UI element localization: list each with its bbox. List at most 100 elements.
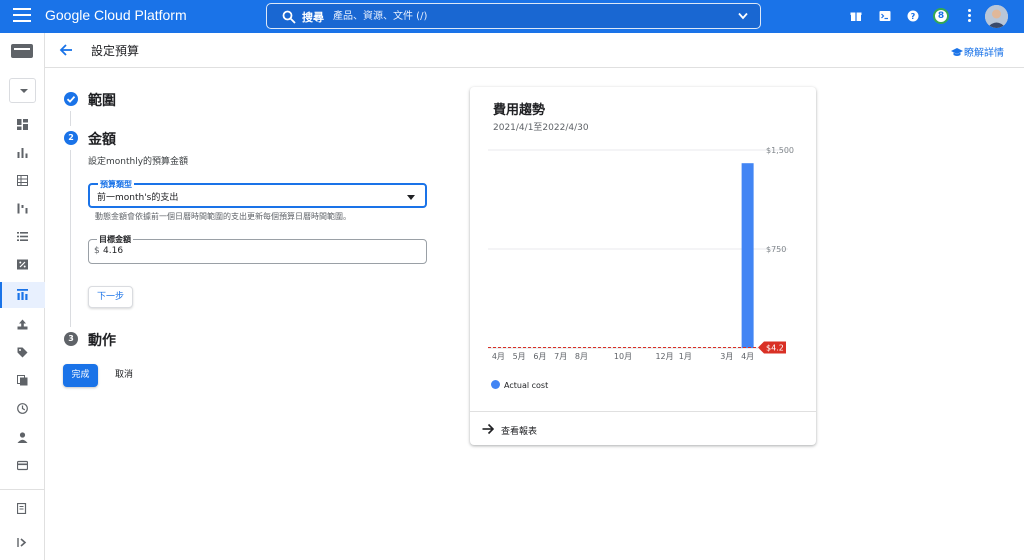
x-tick-label: 8月	[575, 352, 588, 361]
list-icon	[17, 232, 28, 241]
notification-badge[interactable]: 8	[933, 8, 949, 24]
x-tick-label: 4月	[741, 352, 754, 361]
cost-bar	[741, 163, 754, 348]
done-button[interactable]: 完成	[63, 364, 98, 387]
step-connector	[70, 111, 71, 126]
avatar[interactable]	[985, 5, 1008, 28]
search-input[interactable]	[333, 7, 723, 25]
top-app-bar: Google Cloud Platform 搜尋 ? 8	[0, 0, 1024, 33]
budget-type-label: 預算類型	[98, 179, 134, 190]
nav-overview[interactable]	[0, 112, 45, 138]
learn-more-link[interactable]: 瞭解詳情	[951, 44, 1004, 59]
legend-swatch	[491, 380, 500, 389]
page-title: 設定預算	[91, 44, 140, 58]
brand-title[interactable]: Google Cloud Platform	[45, 7, 187, 23]
step-connector	[70, 150, 71, 327]
user-avatar-icon	[985, 5, 1008, 28]
budget-chart-icon	[17, 289, 28, 300]
nav-cost-table[interactable]	[0, 168, 45, 194]
rail-divider	[0, 489, 45, 490]
step-3-number: 3	[64, 332, 78, 346]
amount-description: 設定monthly的預算金額	[88, 157, 189, 167]
nav-budgets-alerts[interactable]	[0, 282, 45, 308]
arrow-right-icon	[482, 423, 494, 435]
nav-credits[interactable]	[0, 252, 45, 278]
waterfall-chart-icon	[17, 203, 28, 214]
school-icon	[951, 48, 963, 56]
nav-reports[interactable]	[0, 140, 45, 166]
budget-marker-label: $4.2	[766, 343, 784, 352]
x-tick-label: 3月	[720, 352, 733, 361]
budget-type-value: 前一month's的支出	[97, 193, 179, 203]
page-header: 設定預算 瞭解詳情	[45, 33, 1024, 68]
table-icon	[17, 175, 28, 186]
left-nav-rail	[0, 33, 45, 560]
tag-icon	[17, 347, 28, 358]
nav-pricing[interactable]	[0, 340, 45, 366]
chevron-down-icon[interactable]	[738, 12, 748, 20]
nav-account-management[interactable]	[0, 425, 45, 451]
step-2-number: 2	[64, 131, 78, 145]
search-label: 搜尋	[302, 11, 324, 24]
clock-icon	[17, 403, 28, 414]
person-icon	[17, 432, 28, 443]
next-button[interactable]: 下一步	[88, 286, 133, 308]
release-notes-icon	[17, 503, 27, 514]
x-tick-label: 12月	[655, 352, 673, 361]
cancel-button[interactable]: 取消	[106, 364, 142, 387]
step-3-title[interactable]: 動作	[88, 330, 116, 350]
legend-label: Actual cost	[504, 381, 549, 390]
credit-card-icon	[17, 460, 28, 471]
cost-trend-chart: $1,500 $750 4月 5月 6月 7月 8月 10月 12月 1月 3月 4月 $4.2	[488, 146, 794, 361]
documents-icon	[17, 375, 28, 386]
help-icon[interactable]: ?	[907, 10, 919, 22]
card-title: 費用趨勢	[493, 103, 546, 118]
target-amount-value[interactable]: 4.16	[103, 246, 123, 256]
x-tick-label: 4月	[492, 352, 505, 361]
nav-cost-breakdown[interactable]	[0, 196, 45, 222]
nav-commitments[interactable]	[0, 224, 45, 250]
svg-text:?: ?	[911, 12, 916, 21]
x-tick-label: 7月	[554, 352, 567, 361]
billing-account-selector[interactable]	[9, 78, 36, 103]
view-report-link[interactable]: 查看報表	[470, 411, 816, 445]
more-options-icon[interactable]	[968, 9, 972, 23]
check-icon	[66, 95, 76, 103]
hamburger-menu-icon[interactable]	[13, 8, 31, 24]
x-tick-label: 6月	[533, 352, 546, 361]
percent-icon	[17, 259, 28, 270]
card-date-range: 2021/4/1至2022/4/30	[493, 123, 589, 133]
billing-logo-icon	[11, 44, 33, 58]
x-tick-label: 1月	[679, 352, 692, 361]
currency-prefix: $	[94, 246, 100, 256]
learn-more-label: 瞭解詳情	[964, 48, 1004, 59]
dropdown-arrow-icon	[407, 195, 415, 200]
step-1-title[interactable]: 範圍	[88, 90, 116, 110]
expand-panel-icon	[17, 538, 27, 547]
nav-release-notes[interactable]	[0, 496, 45, 522]
target-amount-label: 目標金額	[97, 234, 133, 245]
bar-chart-icon	[17, 148, 28, 158]
upload-icon	[17, 319, 28, 330]
x-tick-label: 5月	[513, 352, 526, 361]
nav-billing-export[interactable]	[0, 312, 45, 338]
budget-type-helper: 動態金額會依據前一個日曆時間範圍的支出更新每個預算日曆時間範圍。	[95, 212, 351, 221]
y-tick-label: $750	[766, 245, 786, 254]
gift-icon[interactable]	[850, 10, 862, 22]
chart-legend[interactable]: Actual cost	[491, 380, 548, 390]
target-amount-field[interactable]: 目標金額 $ 4.16	[88, 234, 427, 264]
expand-nav-button[interactable]	[0, 530, 45, 556]
nav-cost-estimation[interactable]	[0, 368, 45, 394]
step-1-check-icon	[64, 92, 78, 106]
step-2-title[interactable]: 金額	[88, 129, 116, 149]
cloud-shell-icon[interactable]	[879, 10, 891, 22]
search-bar[interactable]: 搜尋	[266, 3, 761, 29]
y-tick-label: $1,500	[766, 146, 794, 155]
dashboard-icon	[17, 119, 28, 130]
nav-transactions[interactable]	[0, 396, 45, 422]
nav-payment-method[interactable]	[0, 453, 45, 479]
budget-type-select[interactable]: 預算類型 前一month's的支出	[88, 179, 427, 208]
search-icon	[282, 10, 296, 24]
cost-trend-card: 費用趨勢 2021/4/1至2022/4/30 $1,500 $750 4月 5月 6月…	[470, 87, 816, 445]
back-arrow-icon[interactable]	[59, 43, 73, 57]
